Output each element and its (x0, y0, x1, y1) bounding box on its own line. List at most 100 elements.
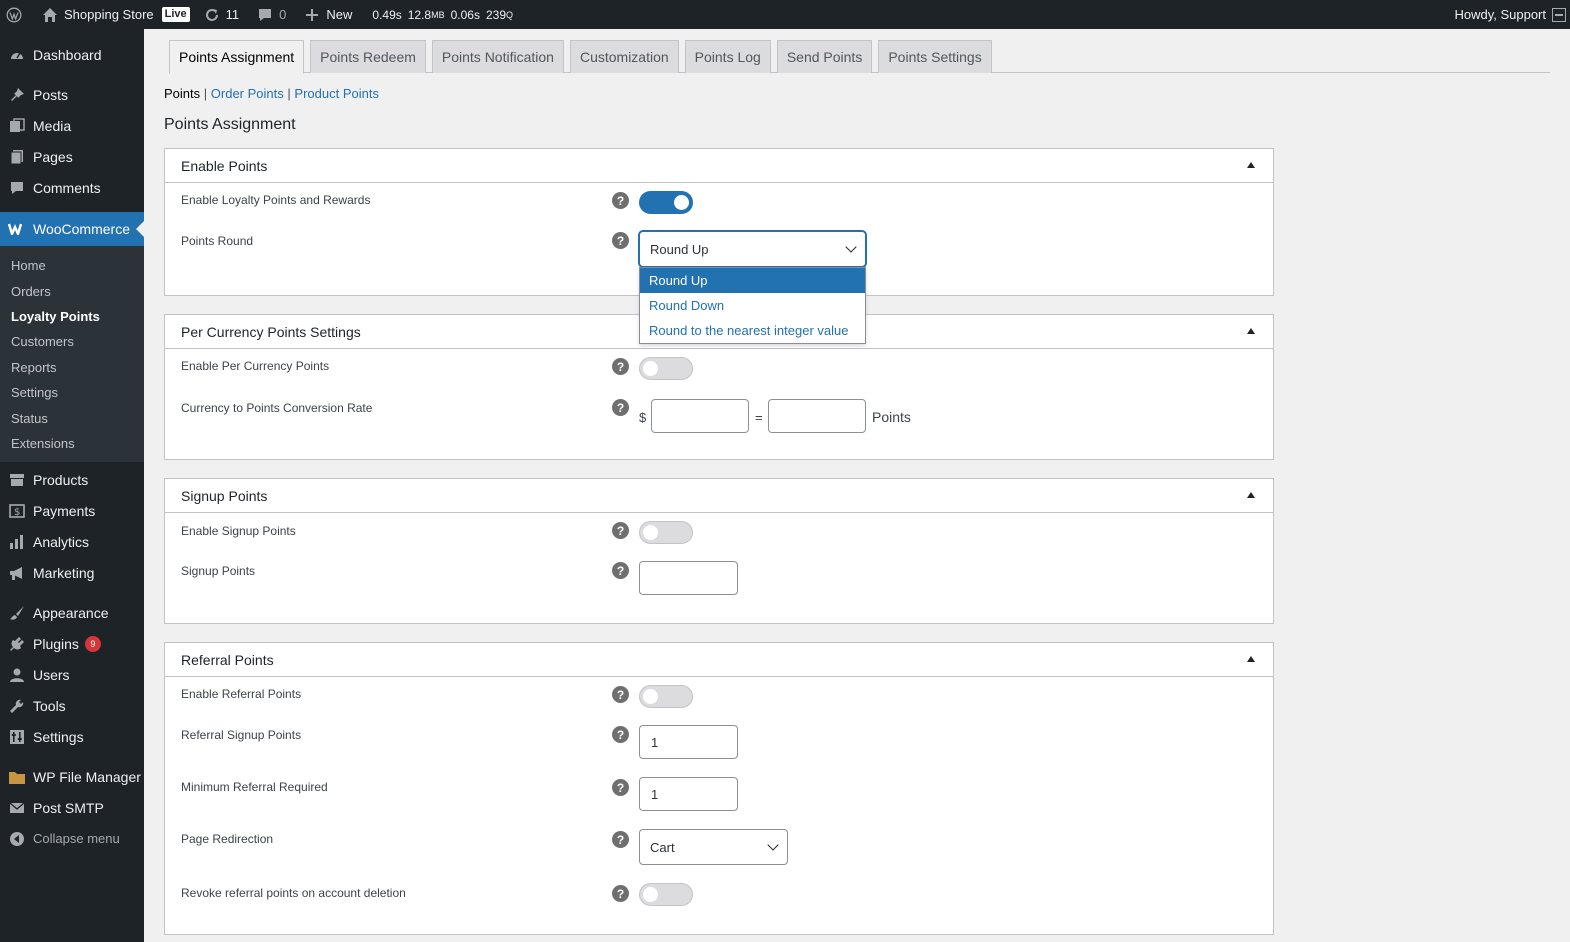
perf-memory-unit: MB (431, 9, 445, 20)
menu-tools[interactable]: Tools (0, 690, 144, 721)
plus-icon (304, 7, 320, 23)
signup-points-panel: Signup Points Enable Signup Points ? Sig… (164, 478, 1274, 624)
menu-analytics[interactable]: Analytics (0, 526, 144, 557)
collapse-triangle-icon[interactable] (1247, 162, 1255, 168)
my-account-menu[interactable]: Howdy, Support (1454, 7, 1570, 22)
menu-pages[interactable]: Pages (0, 141, 144, 172)
help-icon[interactable]: ? (612, 232, 629, 249)
woocommerce-icon (8, 220, 26, 238)
menu-comments[interactable]: Comments (0, 172, 144, 203)
new-content-menu[interactable]: New (299, 0, 357, 29)
minimum-referral-input[interactable]: 1 (639, 777, 738, 811)
submenu-loyalty-points[interactable]: Loyalty Points (0, 304, 144, 329)
points-round-dropdown-list: Round Up Round Down Round to the nearest… (639, 267, 866, 344)
help-icon[interactable]: ? (612, 686, 629, 703)
menu-woocommerce[interactable]: WooCommerce (0, 212, 144, 246)
help-icon[interactable]: ? (612, 192, 629, 209)
help-icon[interactable]: ? (612, 522, 629, 539)
submenu-status[interactable]: Status (0, 405, 144, 430)
comments-icon (8, 179, 26, 197)
referral-signup-points-input[interactable]: 1 (639, 725, 738, 759)
panel-header[interactable]: Enable Points (165, 149, 1273, 183)
submenu-home[interactable]: Home (0, 253, 144, 278)
admin-bar: Shopping Store Live 11 0 New 0.49s 12.8 M… (0, 0, 1570, 29)
wp-logo-menu[interactable] (0, 0, 27, 29)
select-value: Round Up (650, 241, 709, 257)
enable-referral-points-toggle[interactable] (639, 685, 693, 708)
user-icon (8, 666, 26, 684)
points-amount-input[interactable] (768, 399, 866, 433)
enable-signup-points-toggle[interactable] (639, 521, 693, 544)
menu-wp-file-manager[interactable]: WP File Manager (0, 761, 144, 792)
help-icon[interactable]: ? (612, 885, 629, 902)
collapse-menu-button[interactable]: Collapse menu (0, 823, 144, 854)
menu-settings-label: Settings (33, 728, 84, 745)
avatar (1552, 7, 1566, 22)
dropdown-option[interactable]: Round Up (640, 268, 865, 293)
archive-box-icon (8, 471, 26, 489)
collapse-triangle-icon[interactable] (1247, 328, 1255, 334)
subsub-product-points[interactable]: Product Points (294, 86, 379, 101)
menu-appearance[interactable]: Appearance (0, 597, 144, 628)
chevron-down-icon (767, 839, 779, 851)
tab-points-redeem[interactable]: Points Redeem (310, 40, 426, 73)
comments-menu[interactable]: 0 (252, 0, 291, 29)
page-redirection-select[interactable]: Cart (639, 829, 788, 865)
menu-marketing[interactable]: Marketing (0, 557, 144, 588)
submenu-reports[interactable]: Reports (0, 355, 144, 380)
help-icon[interactable]: ? (612, 562, 629, 579)
help-icon[interactable]: ? (612, 779, 629, 796)
menu-dashboard[interactable]: Dashboard (0, 39, 144, 70)
panel-title: Enable Points (181, 157, 268, 174)
signup-points-input[interactable] (639, 561, 738, 595)
collapse-triangle-icon[interactable] (1247, 656, 1255, 662)
submenu-orders[interactable]: Orders (0, 278, 144, 303)
perf-memory: 12.8 (407, 7, 432, 22)
menu-media[interactable]: Media (0, 110, 144, 141)
menu-plugins-label: Plugins (33, 635, 79, 652)
help-icon[interactable]: ? (612, 726, 629, 743)
help-icon[interactable]: ? (612, 399, 629, 416)
menu-products-label: Products (33, 471, 89, 488)
dropdown-option[interactable]: Round Down (640, 293, 865, 318)
tab-send-points[interactable]: Send Points (776, 40, 873, 73)
tab-points-log[interactable]: Points Log (684, 40, 771, 73)
subsub-order-points[interactable]: Order Points (211, 86, 284, 101)
currency-amount-input[interactable] (651, 399, 749, 433)
tab-customization[interactable]: Customization (569, 40, 679, 73)
panel-header[interactable]: Signup Points (165, 479, 1273, 513)
menu-users[interactable]: Users (0, 659, 144, 690)
toggle-knob (643, 361, 658, 376)
menu-post-smtp[interactable]: Post SMTP (0, 792, 144, 823)
submenu-extensions[interactable]: Extensions (0, 431, 144, 456)
submenu-customers[interactable]: Customers (0, 329, 144, 354)
perf-db-time: 0.06s (450, 7, 480, 22)
tab-points-assignment[interactable]: Points Assignment (169, 40, 305, 74)
panel-header[interactable]: Referral Points (165, 643, 1273, 677)
menu-dashboard-label: Dashboard (33, 46, 102, 63)
revoke-referral-points-toggle[interactable] (639, 883, 693, 906)
perf-queries: 239 (485, 7, 506, 22)
tab-points-notification[interactable]: Points Notification (431, 40, 564, 73)
tab-points-settings[interactable]: Points Settings (878, 40, 992, 73)
menu-settings[interactable]: Settings (0, 721, 144, 752)
enable-loyalty-points-toggle[interactable] (639, 191, 693, 214)
page-title: Points Assignment (164, 116, 296, 133)
enable-per-currency-toggle[interactable] (639, 357, 693, 380)
menu-plugins[interactable]: Plugins 9 (0, 628, 144, 659)
collapse-triangle-icon[interactable] (1247, 492, 1255, 498)
dropdown-option[interactable]: Round to the nearest integer value (640, 318, 865, 343)
help-icon[interactable]: ? (612, 358, 629, 375)
updates-menu[interactable]: 11 (199, 0, 245, 29)
menu-posts[interactable]: Posts (0, 79, 144, 110)
subsub-points[interactable]: Points (164, 86, 200, 101)
menu-products[interactable]: Products (0, 464, 144, 495)
submenu-settings[interactable]: Settings (0, 380, 144, 405)
menu-posts-label: Posts (33, 86, 69, 103)
equals-sign: = (755, 410, 763, 425)
points-round-select[interactable]: Round Up (639, 231, 866, 267)
help-icon[interactable]: ? (612, 831, 629, 848)
site-name-menu[interactable]: Shopping Store Live (37, 0, 195, 29)
menu-payments[interactable]: $ Payments (0, 495, 144, 526)
query-monitor-menu[interactable]: 0.49s 12.8 MB 0.06s 239 Q (367, 0, 518, 29)
